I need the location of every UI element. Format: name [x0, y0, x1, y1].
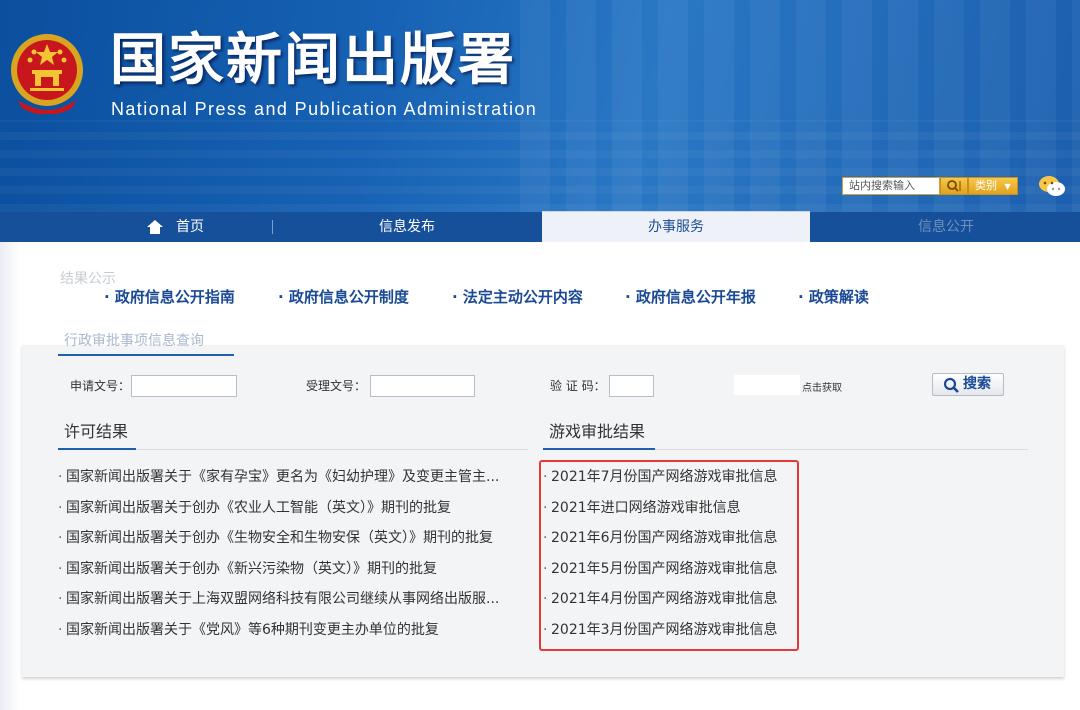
license-results-list: 国家新闻出版署关于《家有孕宝》更名为《妇幼护理》及变更主管主... 国家新闻出版…: [58, 462, 499, 646]
license-result-item[interactable]: 国家新闻出版署关于《党风》等6种期刊变更主办单位的批复: [58, 615, 499, 646]
acceptance-no-label: 受理文号：: [306, 379, 367, 393]
site-search-button[interactable]: [940, 177, 968, 195]
nav-divider: [272, 220, 273, 234]
captcha-label: 验 证 码：: [550, 379, 606, 393]
home-icon: [147, 220, 163, 234]
application-no-input[interactable]: [131, 375, 237, 397]
site-header: 国家新闻出版署 National Press and Publication A…: [0, 0, 1080, 212]
search-icon: [947, 180, 961, 192]
national-emblem-icon[interactable]: [8, 30, 86, 114]
nav-item-info-disclosure-label: 信息公开: [918, 219, 974, 235]
query-search-button[interactable]: 搜索: [932, 373, 1004, 396]
query-search-label: 搜索: [963, 376, 991, 392]
license-results-underline: [58, 448, 136, 450]
chevron-down-icon: ▼: [1004, 182, 1011, 191]
calligraphy-background-lower: [0, 120, 1080, 212]
nav-item-services[interactable]: 办事服务: [542, 211, 810, 242]
game-results-highlight: [539, 460, 799, 651]
nav-item-info-disclosure[interactable]: 信息公开: [812, 212, 1080, 242]
game-results-title[interactable]: 游戏审批结果: [549, 421, 645, 443]
policy-link-interpretation[interactable]: · 政策解读: [798, 286, 869, 308]
license-results-title[interactable]: 许可结果: [64, 421, 128, 443]
nav-item-info-release[interactable]: 信息发布: [274, 212, 540, 242]
panel-tab-underline: [58, 354, 234, 356]
policy-link-system[interactable]: · 政府信息公开制度: [278, 286, 409, 308]
game-results-rule: [655, 449, 1028, 450]
license-result-item[interactable]: 国家新闻出版署关于创办《新兴污染物（英文）》期刊的批复: [58, 554, 499, 585]
ghost-results-label: 结果公示: [60, 271, 116, 287]
wechat-icon[interactable]: [1038, 174, 1066, 198]
nav-item-home[interactable]: 首页: [80, 212, 270, 242]
site-subtitle: National Press and Publication Administr…: [111, 99, 538, 119]
game-results-underline: [543, 448, 655, 450]
captcha-input[interactable]: [609, 375, 654, 397]
nav-item-services-label: 办事服务: [648, 219, 704, 235]
license-result-item[interactable]: 国家新闻出版署关于《家有孕宝》更名为《妇幼护理》及变更主管主...: [58, 462, 499, 493]
license-result-item[interactable]: 国家新闻出版署关于上海双盟网络科技有限公司继续从事网络出版服...: [58, 584, 499, 615]
license-result-item[interactable]: 国家新闻出版署关于创办《农业人工智能（英文）》期刊的批复: [58, 493, 499, 524]
nav-item-info-release-label: 信息发布: [379, 219, 435, 235]
main-nav: 首页 信息发布 办事服务 信息公开: [0, 211, 1080, 242]
policy-link-guide[interactable]: · 政府信息公开指南: [104, 286, 235, 308]
site-search-input[interactable]: 站内搜索输入: [842, 177, 940, 195]
site-title[interactable]: 国家新闻出版署: [110, 26, 516, 96]
license-result-item[interactable]: 国家新闻出版署关于创办《生物安全和生物安保（英文）》期刊的批复: [58, 523, 499, 554]
content-left-shade: [0, 242, 20, 710]
panel-tab-label[interactable]: 行政审批事项信息查询: [64, 330, 204, 350]
license-results-rule: [136, 449, 528, 450]
acceptance-no-input[interactable]: [370, 375, 475, 397]
captcha-refresh-link[interactable]: 点击获取: [802, 382, 842, 396]
application-no-label: 申请文号：: [70, 379, 131, 393]
nav-item-home-label: 首页: [176, 219, 204, 235]
policy-link-annual-report[interactable]: · 政府信息公开年报: [625, 286, 756, 308]
category-label: 类别: [975, 179, 997, 192]
policy-link-content[interactable]: · 法定主动公开内容: [452, 286, 583, 308]
search-icon: [943, 377, 959, 393]
category-dropdown[interactable]: 类别 ▼: [968, 177, 1018, 195]
captcha-image[interactable]: [734, 375, 800, 395]
